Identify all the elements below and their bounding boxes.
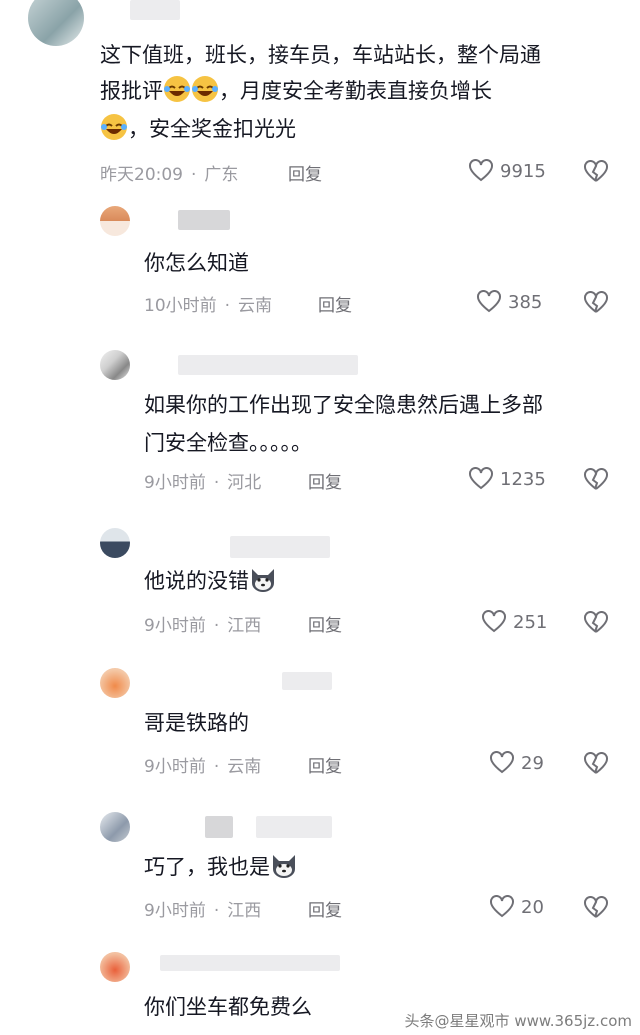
avatar[interactable] (100, 206, 130, 236)
comment-text: 这下值班，班长，接车员，车站站长，整个局通 (100, 43, 541, 67)
like-button[interactable]: 29 (489, 751, 544, 775)
comment-text: 哥是铁路的 (144, 711, 249, 735)
username-redacted (178, 210, 230, 230)
username-redacted (282, 672, 332, 690)
heart-outline-icon (477, 290, 501, 313)
laughing-emoji-icon (191, 75, 219, 103)
like-count: 20 (521, 896, 544, 918)
reply-button[interactable]: 回复 (308, 752, 342, 777)
heart-outline-icon (490, 895, 514, 918)
watermark: 头条@星星观市 www.365jz.com (404, 1012, 632, 1030)
comment-text: 他说的没错 (144, 564, 277, 598)
like-button[interactable]: 1235 (468, 467, 546, 491)
laughing-emoji-icon (100, 113, 128, 141)
heart-outline-icon (469, 467, 493, 490)
comment-meta: 9小时前 · 云南 (144, 757, 262, 777)
comment-meta: 9小时前 · 江西 (144, 616, 262, 636)
heart-outline-icon (482, 610, 506, 633)
comment-meta: 昨天20:09 · 广东 (100, 165, 239, 185)
heart-outline-icon (469, 159, 493, 182)
broken-heart-icon[interactable] (583, 896, 609, 920)
broken-heart-icon[interactable] (583, 160, 609, 184)
like-button[interactable]: 9915 (468, 159, 546, 183)
comment-meta: 9小时前 · 河北 (144, 473, 262, 493)
username-redacted (230, 536, 330, 558)
reply-button[interactable]: 回复 (308, 468, 342, 493)
reply-button[interactable]: 回复 (308, 611, 342, 636)
avatar[interactable] (100, 350, 130, 380)
avatar[interactable] (100, 812, 130, 842)
comment-meta: 9小时前 · 江西 (144, 901, 262, 921)
reply-button[interactable]: 回复 (318, 291, 352, 316)
like-button[interactable]: 20 (489, 895, 544, 919)
like-count: 251 (513, 611, 548, 633)
like-button[interactable]: 385 (476, 290, 542, 314)
broken-heart-icon[interactable] (583, 291, 609, 315)
like-count: 9915 (500, 160, 546, 182)
broken-heart-icon[interactable] (583, 611, 609, 635)
comment-text: ，安全奖金扣光光 (100, 112, 296, 146)
avatar[interactable] (28, 0, 84, 46)
like-count: 29 (521, 752, 544, 774)
comment-text: 你们坐车都免费么 (144, 995, 312, 1019)
avatar[interactable] (100, 528, 130, 558)
like-button[interactable]: 251 (481, 610, 547, 634)
comment-text: 报批评 ，月度安全考勤表直接负增长 (100, 74, 492, 108)
username-redacted (205, 816, 233, 838)
husky-emoji-icon (270, 851, 298, 879)
heart-outline-icon (490, 751, 514, 774)
comment-text: 巧了，我也是 (144, 850, 298, 884)
username-redacted (256, 816, 332, 838)
laughing-emoji-icon (163, 75, 191, 103)
like-count: 1235 (500, 468, 546, 490)
comment-text: 如果你的工作出现了安全隐患然后遇上多部 (144, 393, 543, 417)
reply-button[interactable]: 回复 (288, 160, 322, 185)
comment-meta: 10小时前 · 云南 (144, 296, 273, 316)
username-redacted (178, 355, 358, 375)
husky-emoji-icon (249, 565, 277, 593)
broken-heart-icon[interactable] (583, 752, 609, 776)
comment-text: 你怎么知道 (144, 251, 249, 275)
comment-text: 门安全检查。。。。。 (144, 431, 312, 455)
reply-button[interactable]: 回复 (308, 896, 342, 921)
like-count: 385 (508, 291, 543, 313)
username-redacted (130, 0, 180, 20)
broken-heart-icon[interactable] (583, 468, 609, 492)
avatar[interactable] (100, 952, 130, 982)
username-redacted (160, 955, 340, 971)
avatar[interactable] (100, 668, 130, 698)
